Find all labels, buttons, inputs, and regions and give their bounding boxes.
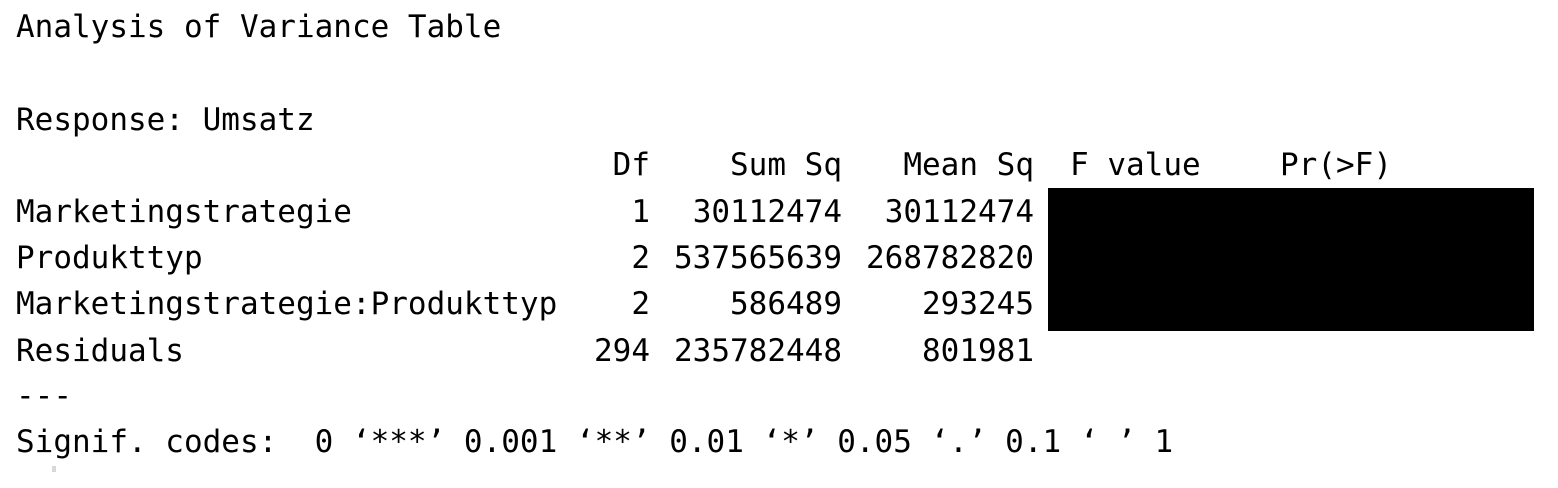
row-mean-sq: 293245 — [922, 286, 1034, 322]
signif-codes: Signif. codes: 0 ‘***’ 0.001 ‘**’ 0.01 ‘… — [16, 424, 1174, 460]
header-df: Df — [612, 147, 650, 183]
row-df: 1 — [631, 194, 650, 230]
header-sum-sq: Sum Sq — [730, 147, 842, 183]
row-df: 2 — [631, 286, 650, 322]
redaction-box — [1048, 188, 1534, 331]
row-name: Residuals — [16, 333, 184, 369]
row-mean-sq: 801981 — [922, 333, 1034, 369]
row-sum-sq: 537565639 — [674, 240, 842, 276]
row-name: Produkttyp — [16, 240, 203, 276]
row-sum-sq: 235782448 — [674, 333, 842, 369]
header-mean-sq: Mean Sq — [903, 147, 1034, 183]
separator: --- — [16, 378, 72, 414]
row-sum-sq: 586489 — [730, 286, 842, 322]
anova-title: Analysis of Variance Table — [16, 9, 502, 45]
response-line: Response: Umsatz — [16, 102, 315, 138]
row-mean-sq: 30112474 — [884, 194, 1034, 230]
row-name: Marketingstrategie — [16, 194, 352, 230]
row-df: 2 — [631, 240, 650, 276]
header-p-value: Pr(>F) — [1280, 147, 1392, 183]
anova-output: Analysis of Variance Table Response: Ums… — [0, 0, 1558, 488]
row-mean-sq: 268782820 — [866, 240, 1034, 276]
row-sum-sq: 30112474 — [692, 194, 842, 230]
header-f-value: F value — [1070, 147, 1201, 183]
row-df: 294 — [594, 333, 650, 369]
artifact-dot — [52, 466, 56, 472]
row-name: Marketingstrategie:Produkttyp — [16, 286, 558, 322]
